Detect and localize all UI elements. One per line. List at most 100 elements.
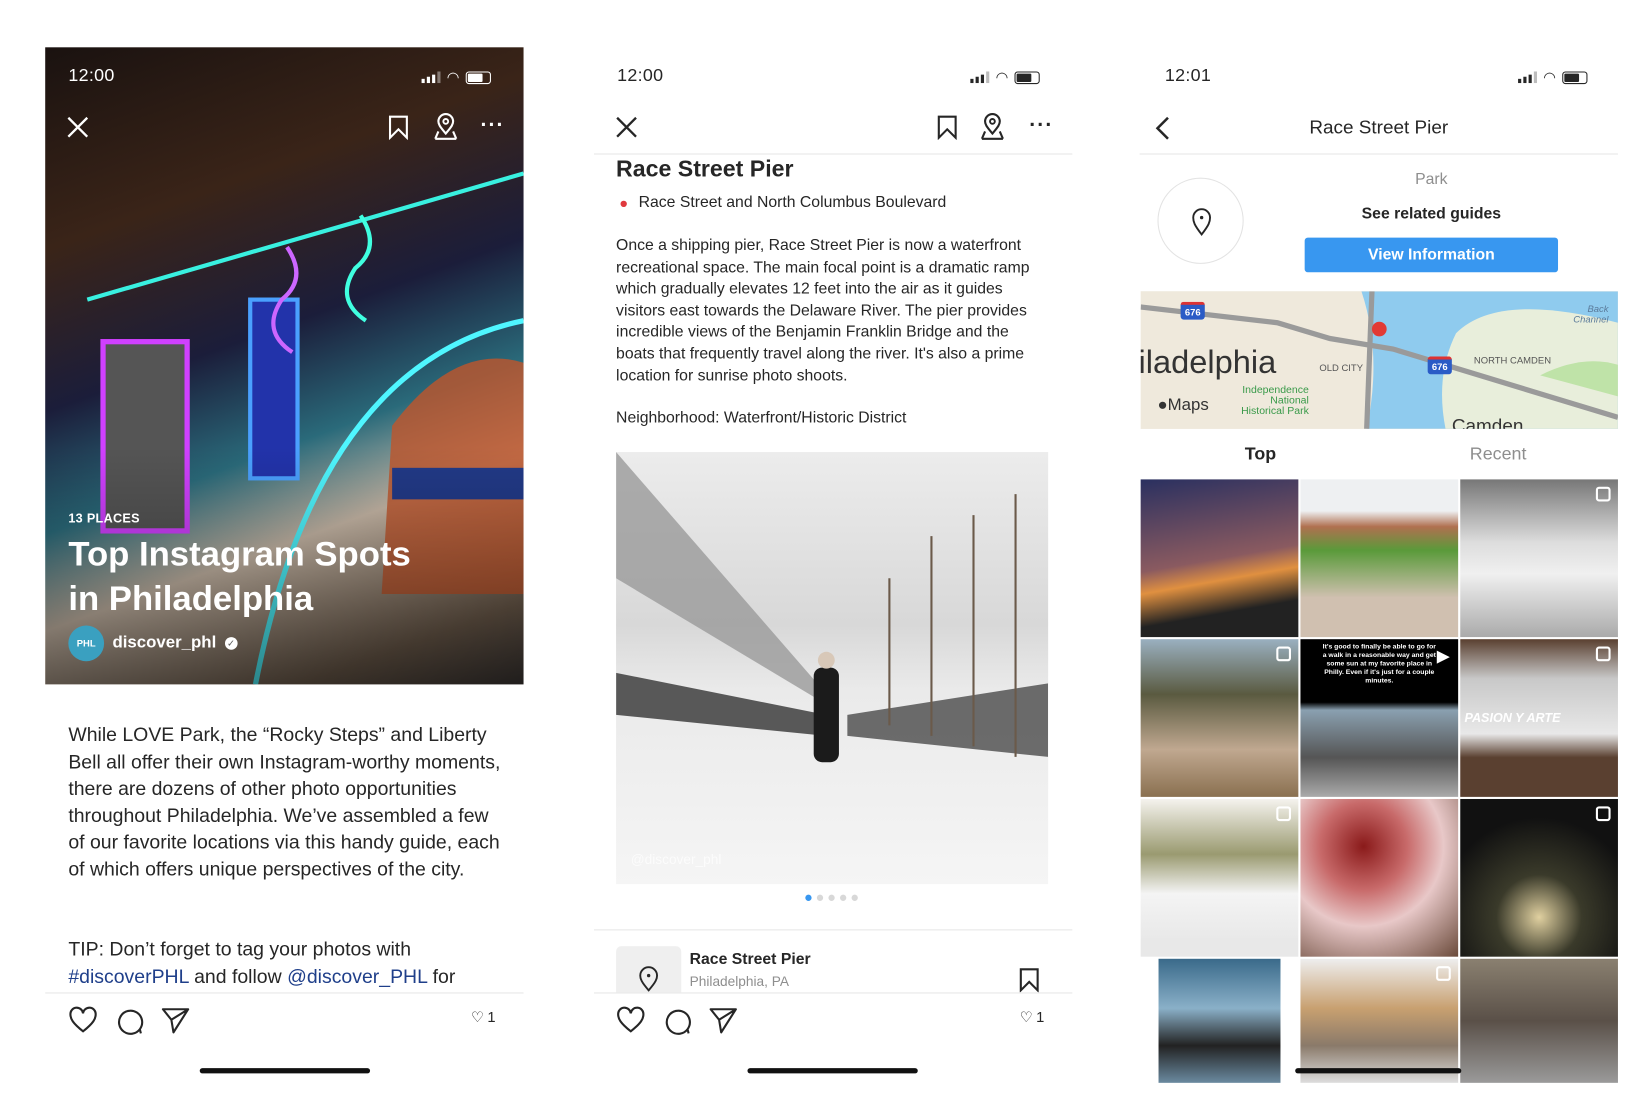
map-label-north-camden: NORTH CAMDEN (1473, 355, 1552, 366)
more-icon[interactable]: ··· (1029, 114, 1053, 138)
wifi-icon: ◠ (446, 68, 460, 86)
card-subtitle: Philadelphia, PA (689, 973, 789, 990)
status-icons: ◠ (970, 68, 1040, 86)
small-heart-icon: ♡ (470, 1008, 485, 1026)
map-label-back-channel: Back Channel (1573, 303, 1609, 325)
heart-icon[interactable] (68, 1006, 97, 1033)
video-caption: It's good to finally be able to go for a… (1322, 643, 1436, 685)
place-description: Once a shipping pier, Race Street Pier i… (616, 236, 1030, 385)
location-map[interactable]: 676 676 iladelphia OLD CITY NORTH CAMDEN… (1140, 291, 1618, 429)
snowy-pier-illustration (616, 452, 1049, 763)
maps-attribution: ●Maps (1157, 396, 1208, 415)
tip-text: for (427, 964, 456, 987)
carousel-badge-icon (1276, 646, 1291, 662)
bookmark-icon[interactable] (388, 115, 409, 140)
username[interactable]: discover_phl (112, 634, 216, 653)
guide-title: Top Instagram Spots in Philadelphia (68, 532, 410, 620)
small-heart-icon: ♡ (1019, 1008, 1033, 1026)
grid-photo[interactable] (1300, 798, 1459, 957)
grid-photo[interactable]: PASION Y ARTE (1460, 639, 1618, 797)
share-icon[interactable] (709, 1006, 738, 1035)
grid-photo[interactable] (1300, 479, 1459, 638)
status-time: 12:00 (617, 65, 664, 86)
hashtag-link[interactable]: #discoverPHL (68, 965, 188, 987)
map-pin-icon (1192, 208, 1211, 236)
view-information-button[interactable]: View Information (1304, 237, 1559, 273)
grid-photo[interactable] (1460, 958, 1618, 1083)
address-row[interactable]: ● Race Street and North Columbus Bouleva… (619, 193, 946, 211)
carousel-dots (805, 894, 858, 901)
carousel-badge-icon (1436, 966, 1451, 981)
bookmark-icon[interactable] (937, 115, 958, 140)
guide-tip: TIP: Don’t forget to tag your photos wit… (68, 936, 510, 990)
heart-icon[interactable] (616, 1006, 645, 1033)
grid-photo[interactable] (1158, 958, 1281, 1083)
verified-badge-icon: ✓ (224, 637, 238, 650)
divider (45, 992, 524, 994)
carousel-dot (828, 894, 835, 901)
maps-attribution-text: Maps (1167, 396, 1209, 415)
like-count-value: 1 (1036, 1008, 1045, 1026)
more-icon[interactable]: ··· (480, 114, 504, 138)
highway-shield-icon: 676 (1427, 356, 1452, 375)
carousel-badge-icon (1595, 806, 1611, 822)
carousel-badge-icon (1595, 646, 1611, 662)
carousel-badge-icon (1595, 486, 1611, 502)
wifi-icon: ◠ (1543, 68, 1557, 86)
divider (593, 929, 1073, 931)
comment-icon[interactable] (662, 1006, 691, 1035)
status-time: 12:00 (68, 65, 115, 86)
related-guides-link[interactable]: See related guides (1305, 205, 1558, 223)
grid-photo[interactable] (1300, 958, 1459, 1083)
guide-title-line: Top Instagram Spots (68, 534, 411, 573)
signal-icon (970, 71, 990, 84)
wifi-icon: ◠ (995, 68, 1009, 86)
guide-description: While LOVE Park, the “Rocky Steps” and L… (68, 723, 501, 880)
grid-photo[interactable] (1460, 479, 1618, 638)
bookmark-icon[interactable] (1019, 967, 1040, 993)
share-icon[interactable] (161, 1006, 190, 1035)
signal-icon (421, 71, 441, 84)
tab-recent[interactable]: Recent (1377, 444, 1619, 465)
map-pin-icon[interactable] (433, 112, 458, 140)
map-pin-icon[interactable] (980, 112, 1005, 140)
place-card[interactable]: Race Street Pier Philadelphia, PA (616, 946, 1047, 993)
like-count: ♡ 1 (471, 1008, 496, 1026)
battery-icon (465, 70, 492, 84)
mention-link[interactable]: @discover_PHL (287, 965, 427, 987)
photo-watermark: @discover_phl (630, 851, 722, 868)
address-text: Race Street and North Columbus Boulevard (638, 193, 947, 212)
grid-photo[interactable] (1140, 639, 1299, 797)
photo-grid: It's good to finally be able to go for a… (1140, 479, 1618, 1083)
tab-top[interactable]: Top (1140, 444, 1382, 465)
grid-video[interactable]: It's good to finally be able to go for a… (1300, 639, 1459, 797)
highway-shield-icon: 676 (1180, 301, 1205, 320)
map-label-camden: Camden (1451, 415, 1524, 429)
map-label-old-city: OLD CITY (1319, 362, 1364, 374)
neighborhood: Neighborhood: Waterfront/Historic Distri… (616, 408, 907, 427)
divider (593, 153, 1073, 155)
status-time: 12:01 (1164, 65, 1212, 86)
status-icons: ◠ (421, 68, 492, 86)
author-row[interactable]: PHL discover_phl ✓ (68, 625, 238, 662)
carousel-dot (805, 894, 812, 901)
like-count: ♡ 1 (1020, 1008, 1045, 1026)
place-detail-screen: 12:00 ◠ ··· Race Street Pier ● Race Stre… (593, 0, 1073, 1112)
grid-photo[interactable] (1140, 798, 1299, 957)
map-pin-icon (639, 966, 659, 992)
battery-icon (1562, 70, 1588, 84)
battery-icon (1014, 70, 1040, 84)
comment-icon[interactable] (115, 1006, 144, 1035)
status-icons: ◠ (1518, 68, 1588, 86)
tip-text: TIP: Don’t forget to tag your photos wit… (68, 937, 412, 960)
avatar[interactable]: PHL (68, 625, 105, 662)
carousel-badge-icon (1276, 806, 1291, 822)
place-photo[interactable]: @discover_phl (616, 452, 1049, 885)
grid-photo[interactable] (1460, 798, 1618, 957)
grid-photo[interactable] (1140, 479, 1299, 638)
close-icon[interactable] (66, 116, 89, 139)
card-title: Race Street Pier (689, 950, 811, 969)
page-title: Race Street Pier (1309, 116, 1449, 138)
sign-text: PASION Y ARTE (1464, 710, 1561, 726)
close-icon[interactable] (615, 116, 638, 139)
